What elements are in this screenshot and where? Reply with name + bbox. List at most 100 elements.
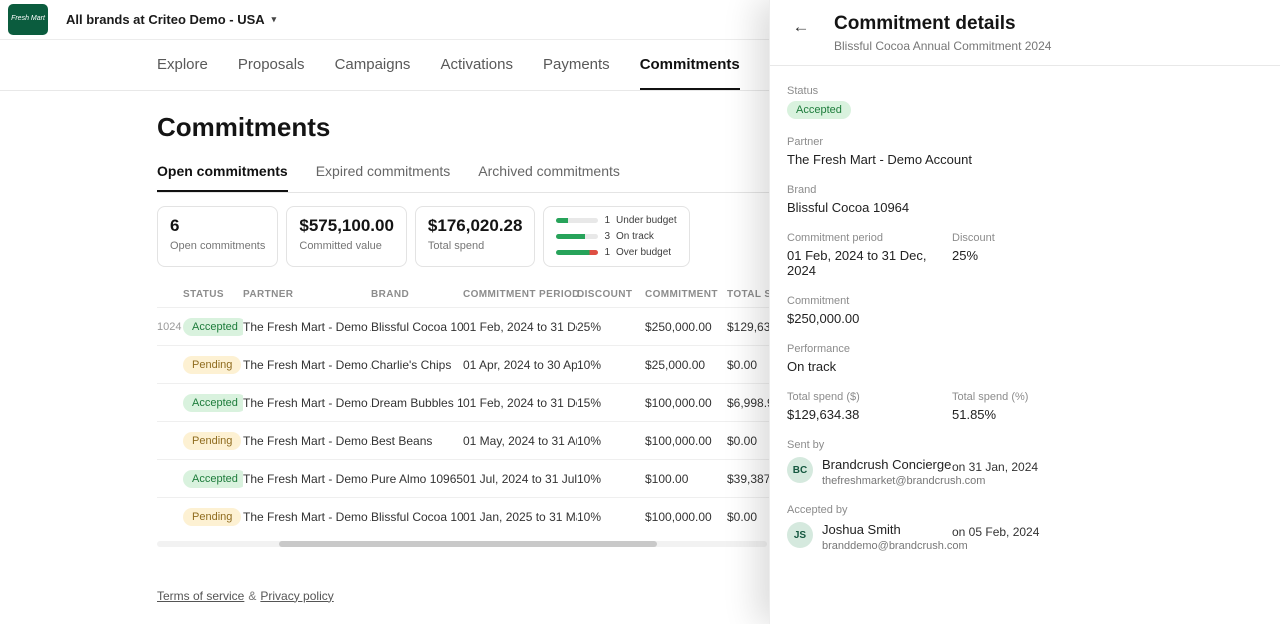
discount-column-header: Discount (577, 281, 645, 308)
discount-field: Discount 25% (952, 232, 995, 278)
commitment-cell: $25,000.00 (645, 346, 727, 384)
status-badge: Accepted (787, 101, 851, 119)
under-budget-label: Under budget (616, 215, 677, 226)
brand-label: Brand (787, 184, 1263, 196)
brand-cell: Blissful Cocoa 10964 (371, 498, 463, 536)
commitment-cell: $100,000.00 (645, 498, 727, 536)
commitment-period-field: Commitment period 01 Feb, 2024 to 31 Dec… (787, 232, 952, 278)
nav-item-activations[interactable]: Activations (440, 40, 513, 90)
accepted-by-label: Accepted by (787, 504, 1263, 516)
nav-item-explore[interactable]: Explore (157, 40, 208, 90)
row-ref: 1024 (157, 308, 183, 346)
tab-expired-commitments[interactable]: Expired commitments (316, 156, 451, 192)
performance-value: On track (787, 359, 1263, 374)
commitment-details-panel: ← Commitment details Blissful Cocoa Annu… (769, 0, 1280, 624)
commitment-cell: $100,000.00 (645, 384, 727, 422)
avatar: JS (787, 522, 813, 548)
open-commitments-count: 6 (170, 216, 265, 236)
table-header-row: Status Partner Brand Commitment period D… (157, 281, 839, 308)
period-cell: 01 Feb, 2024 to 31 Dec, 2024 (463, 384, 577, 422)
nav-item-payments[interactable]: Payments (543, 40, 610, 90)
row-ref (157, 422, 183, 460)
discount-value: 25% (952, 248, 995, 263)
total-spend-dollar-field: Total spend ($) $129,634.38 (787, 391, 952, 422)
panel-header: ← Commitment details Blissful Cocoa Annu… (770, 0, 1280, 66)
nav-item-proposals[interactable]: Proposals (238, 40, 305, 90)
period-discount-row: Commitment period 01 Feb, 2024 to 31 Dec… (787, 232, 1263, 278)
horizontal-scrollbar-thumb[interactable] (279, 541, 657, 547)
partner-cell: The Fresh Mart - Demo Account (243, 422, 371, 460)
commitment-label: Commitment (787, 295, 1263, 307)
accepted-by-field: Accepted by JS Joshua Smith branddemo@br… (787, 504, 1263, 552)
partner-cell: The Fresh Mart - Demo Account (243, 346, 371, 384)
over-budget-label: Over budget (616, 247, 671, 258)
tab-archived-commitments[interactable]: Archived commitments (478, 156, 620, 192)
partner-field: Partner The Fresh Mart - Demo Account (787, 136, 1263, 167)
partner-value: The Fresh Mart - Demo Account (787, 152, 1263, 167)
panel-title-block: Commitment details Blissful Cocoa Annual… (834, 13, 1051, 53)
under-budget-bar (556, 218, 598, 223)
brand-cell: Blissful Cocoa 10964 (371, 308, 463, 346)
table-row[interactable]: 1024 Accepted The Fresh Mart - Demo Acco… (157, 308, 839, 346)
commitment-value: $250,000.00 (787, 311, 1263, 326)
status-badge: Pending (183, 356, 241, 374)
partner-cell: The Fresh Mart - Demo Account (243, 498, 371, 536)
open-commitments-card: 6 Open commitments (157, 206, 278, 267)
on-track-label: On track (616, 231, 654, 242)
under-budget-count: 1 (604, 215, 610, 226)
fresh-mart-logo[interactable]: Fresh Mart (8, 4, 48, 35)
brand-cell: Charlie's Chips (371, 346, 463, 384)
discount-label: Discount (952, 232, 995, 244)
table-row[interactable]: Pending The Fresh Mart - Demo Account Ch… (157, 346, 839, 384)
avatar: BC (787, 457, 813, 483)
row-ref (157, 460, 183, 498)
row-ref (157, 384, 183, 422)
accepted-by-date: on 05 Feb, 2024 (952, 525, 1039, 539)
period-cell: 01 Apr, 2024 to 30 Apr, 2024 (463, 346, 577, 384)
period-cell: 01 Jan, 2025 to 31 Mar, 2025 (463, 498, 577, 536)
open-commitments-label: Open commitments (170, 240, 265, 252)
sent-by-label: Sent by (787, 439, 1263, 451)
total-spend-pct-field: Total spend (%) 51.85% (952, 391, 1028, 422)
on-track-count: 3 (604, 231, 610, 242)
commitment-cell: $100,000.00 (645, 422, 727, 460)
status-badge: Accepted (183, 470, 243, 488)
commitment-cell: $100.00 (645, 460, 727, 498)
table-row[interactable]: Accepted The Fresh Mart - Demo Account P… (157, 460, 839, 498)
brand-selector[interactable]: All brands at Criteo Demo - USA ▾ (66, 12, 276, 27)
discount-cell: 10% (577, 346, 645, 384)
back-arrow-icon[interactable]: ← (788, 14, 814, 40)
table-row[interactable]: Pending The Fresh Mart - Demo Account Be… (157, 422, 839, 460)
total-spend-row: Total spend ($) $129,634.38 Total spend … (787, 391, 1263, 422)
commitment-period-value: 01 Feb, 2024 to 31 Dec, 2024 (787, 248, 952, 278)
table-row[interactable]: Accepted The Fresh Mart - Demo Account D… (157, 384, 839, 422)
commitment-field: Commitment $250,000.00 (787, 295, 1263, 326)
over-budget-row: 1 Over budget (556, 247, 676, 258)
brand-selector-label: All brands at Criteo Demo - USA (66, 12, 265, 27)
total-spend-dollar-value: $129,634.38 (787, 407, 952, 422)
committed-value: $575,100.00 (299, 216, 394, 236)
partner-cell: The Fresh Mart - Demo Account (243, 384, 371, 422)
privacy-policy-link[interactable]: Privacy policy (260, 589, 333, 603)
horizontal-scrollbar (157, 541, 767, 547)
table-row[interactable]: Pending The Fresh Mart - Demo Account Bl… (157, 498, 839, 536)
brand-field: Brand Blissful Cocoa 10964 (787, 184, 1263, 215)
sent-by-email: thefreshmarket@brandcrush.com (822, 475, 985, 487)
status-column-header: Status (183, 281, 243, 308)
total-spend-pct-label: Total spend (%) (952, 391, 1028, 403)
over-budget-bar (556, 250, 598, 255)
commitment-cell: $250,000.00 (645, 308, 727, 346)
total-spend-dollar-label: Total spend ($) (787, 391, 952, 403)
on-track-bar (556, 234, 598, 239)
commitment-period-label: Commitment period (787, 232, 952, 244)
nav-item-campaigns[interactable]: Campaigns (335, 40, 411, 90)
partner-label: Partner (787, 136, 1263, 148)
status-badge: Pending (183, 508, 241, 526)
nav-item-commitments[interactable]: Commitments (640, 40, 740, 90)
over-budget-count: 1 (604, 247, 610, 258)
period-cell: 01 May, 2024 to 31 Aug, 2024 (463, 422, 577, 460)
accepted-by-email: branddemo@brandcrush.com (822, 540, 968, 552)
terms-of-service-link[interactable]: Terms of service (157, 589, 244, 603)
tab-open-commitments[interactable]: Open commitments (157, 156, 288, 192)
accepted-by-person-details: Joshua Smith branddemo@brandcrush.com (822, 522, 968, 552)
